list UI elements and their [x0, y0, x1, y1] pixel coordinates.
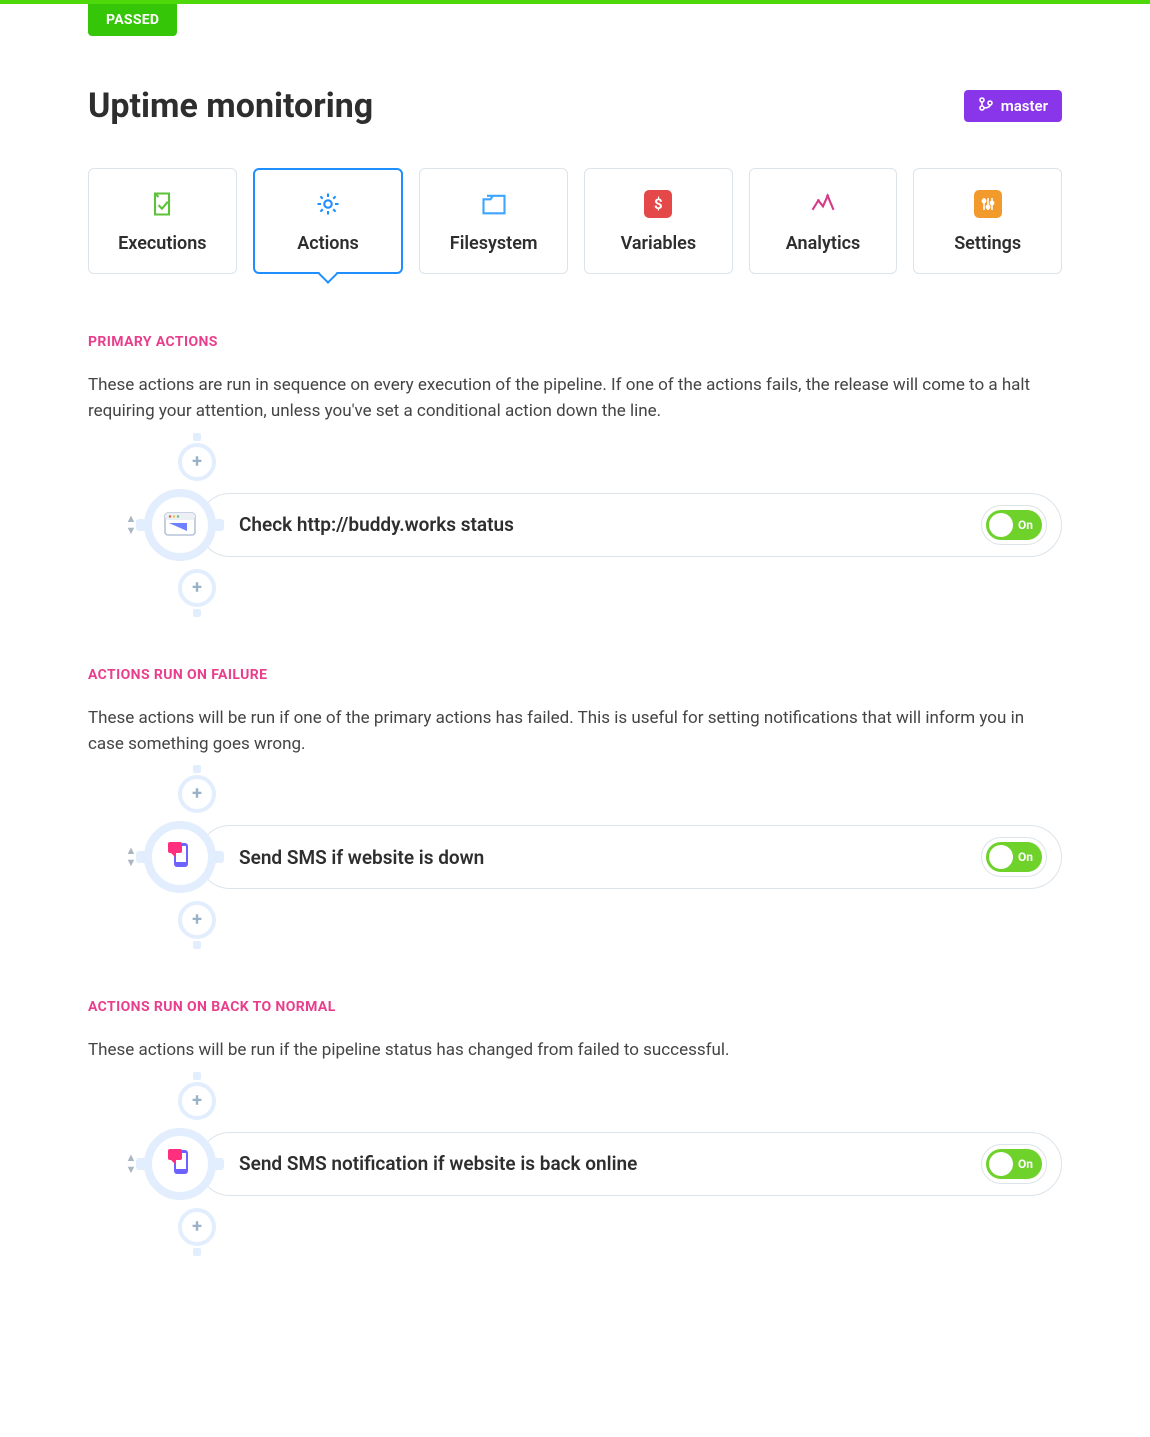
add-action-after-button[interactable]: + — [178, 569, 216, 607]
actions-icon — [313, 189, 343, 219]
http-request-icon — [163, 508, 197, 542]
sms-icon — [164, 1146, 196, 1182]
action-toggle[interactable]: On — [986, 510, 1042, 540]
add-action-before-button[interactable]: + — [178, 775, 216, 813]
action-row: ▲▼ Send SMS if website is down On — [120, 821, 1062, 893]
section-on-failure: ACTIONS RUN ON FAILURE These actions wil… — [88, 667, 1062, 940]
toggle-label: On — [1018, 850, 1033, 864]
sms-icon — [164, 839, 196, 875]
action-icon-container[interactable] — [144, 489, 216, 561]
action-icon-container[interactable] — [144, 1128, 216, 1200]
action-toggle[interactable]: On — [986, 842, 1042, 872]
add-action-after-button[interactable]: + — [178, 901, 216, 939]
toggle-container: On — [981, 837, 1047, 877]
action-bar[interactable]: Check http://buddy.works status On — [198, 493, 1062, 557]
section-description: These actions are run in sequence on eve… — [88, 372, 1062, 425]
page-title: Uptime monitoring — [88, 86, 373, 126]
tab-executions[interactable]: Executions — [88, 168, 237, 274]
plus-icon: + — [192, 579, 202, 597]
plus-icon: + — [192, 1092, 202, 1110]
branch-badge[interactable]: master — [964, 90, 1062, 122]
settings-icon — [973, 189, 1003, 219]
plus-icon: + — [192, 785, 202, 803]
analytics-icon — [808, 189, 838, 219]
action-title: Send SMS notification if website is back… — [239, 1152, 637, 1175]
tab-label: Variables — [621, 233, 697, 254]
tab-label: Settings — [954, 233, 1021, 254]
section-back-to-normal: ACTIONS RUN ON BACK TO NORMAL These acti… — [88, 999, 1062, 1245]
action-bar[interactable]: Send SMS if website is down On — [198, 825, 1062, 889]
section-title: PRIMARY ACTIONS — [88, 334, 1062, 350]
tab-label: Analytics — [786, 233, 861, 254]
toggle-container: On — [981, 505, 1047, 545]
action-row: ▲▼ Check http://buddy.works status On — [120, 489, 1062, 561]
action-bar[interactable]: Send SMS notification if website is back… — [198, 1132, 1062, 1196]
add-action-after-button[interactable]: + — [178, 1208, 216, 1246]
action-row: ▲▼ Send SMS notification if website is b… — [120, 1128, 1062, 1200]
add-action-before-button[interactable]: + — [178, 443, 216, 481]
tab-label: Actions — [297, 233, 359, 254]
tab-actions[interactable]: Actions — [253, 168, 404, 274]
filesystem-icon — [479, 189, 509, 219]
toggle-label: On — [1018, 518, 1033, 532]
plus-icon: + — [192, 453, 202, 471]
toggle-container: On — [981, 1144, 1047, 1184]
action-title: Send SMS if website is down — [239, 846, 484, 869]
toggle-label: On — [1018, 1157, 1033, 1171]
variables-icon: $ — [643, 189, 673, 219]
section-description: These actions will be run if one of the … — [88, 705, 1062, 758]
branch-label: master — [1001, 97, 1048, 115]
section-title: ACTIONS RUN ON BACK TO NORMAL — [88, 999, 1062, 1015]
plus-icon: + — [192, 911, 202, 929]
tab-filesystem[interactable]: Filesystem — [419, 168, 568, 274]
status-badge: PASSED — [88, 4, 177, 36]
action-icon-container[interactable] — [144, 821, 216, 893]
tab-analytics[interactable]: Analytics — [749, 168, 898, 274]
action-title: Check http://buddy.works status — [239, 513, 514, 536]
tab-label: Executions — [118, 233, 206, 254]
section-description: These actions will be run if the pipelin… — [88, 1037, 1062, 1063]
tab-label: Filesystem — [450, 233, 538, 254]
add-action-before-button[interactable]: + — [178, 1082, 216, 1120]
plus-icon: + — [192, 1218, 202, 1236]
tab-settings[interactable]: Settings — [913, 168, 1062, 274]
section-title: ACTIONS RUN ON FAILURE — [88, 667, 1062, 683]
tab-variables[interactable]: $ Variables — [584, 168, 733, 274]
executions-icon — [147, 189, 177, 219]
action-toggle[interactable]: On — [986, 1149, 1042, 1179]
branch-icon — [978, 96, 994, 116]
tabs-row: Executions Actions Filesystem $ Variable… — [88, 168, 1062, 274]
section-primary: PRIMARY ACTIONS These actions are run in… — [88, 334, 1062, 607]
